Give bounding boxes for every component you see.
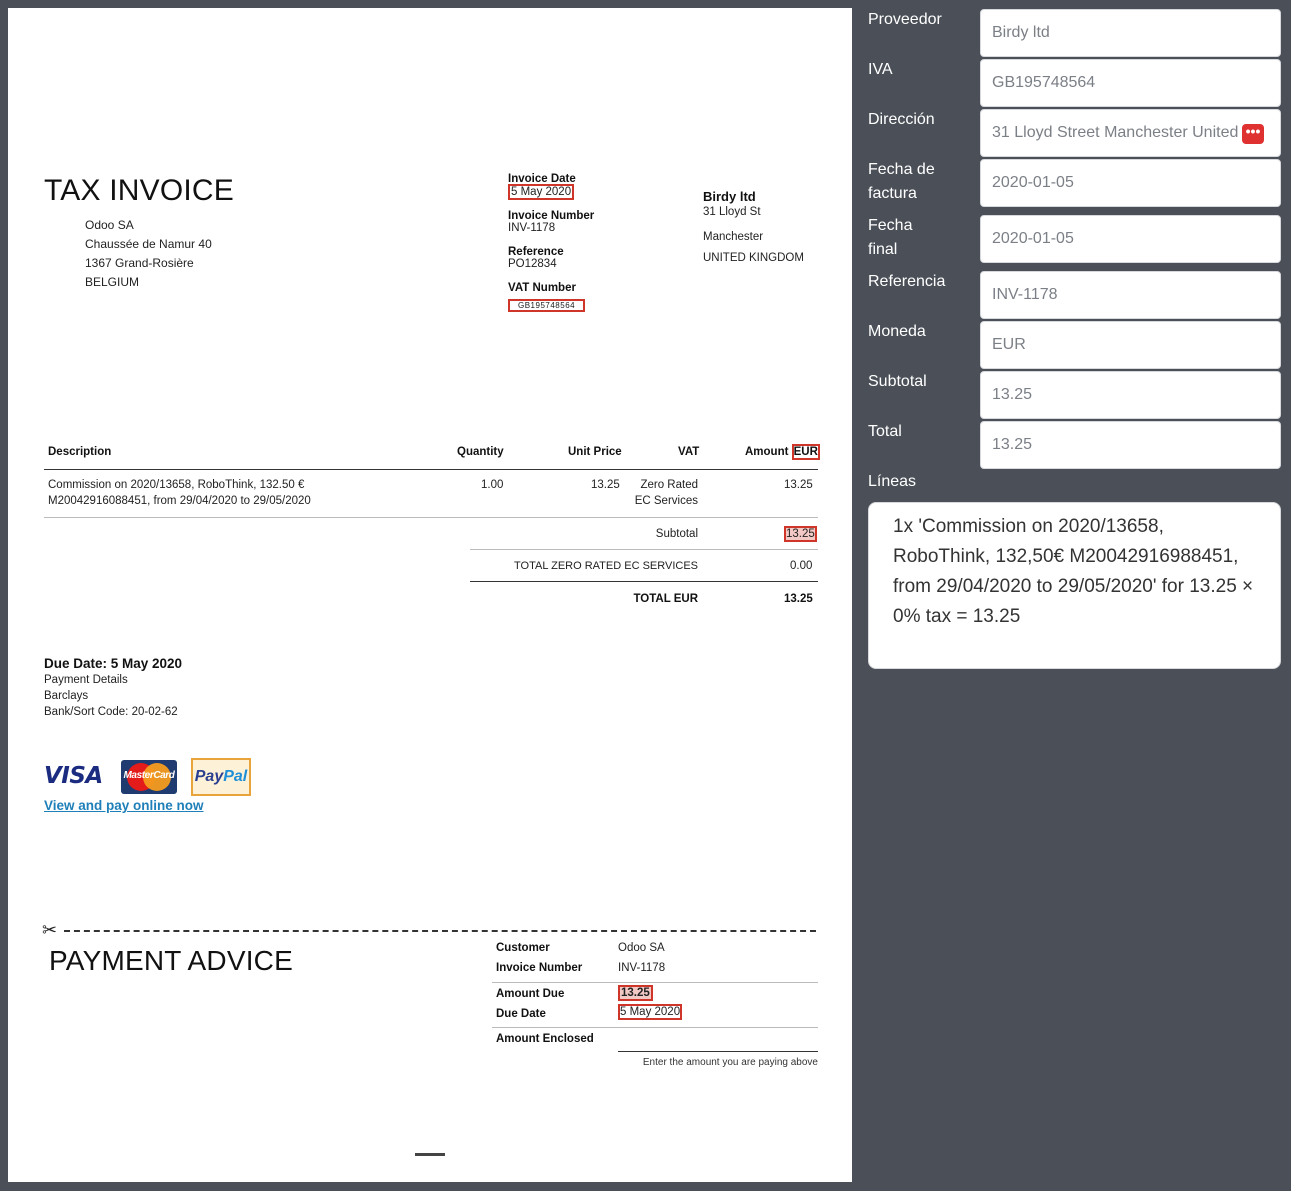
invoice-date-value: 5 May 2020	[508, 184, 575, 200]
visa-logo: VISA	[44, 763, 103, 789]
proveedor-field[interactable]	[980, 9, 1281, 57]
amount-due-value: 13.25	[618, 985, 653, 1001]
recipient-address: Birdy ltd 31 Lloyd St Manchester UNITED …	[703, 189, 804, 264]
label-proveedor: Proveedor	[868, 11, 942, 28]
paypal-logo: PayPal	[191, 758, 251, 796]
fecha-final-field[interactable]	[980, 215, 1281, 263]
payment-advice-title: PAYMENT ADVICE	[49, 945, 293, 976]
total-input[interactable]	[992, 436, 1280, 454]
label-fecha-final: Fecha final	[868, 217, 913, 258]
line-description: Commission on 2020/13658, RoboThink, 132…	[48, 479, 311, 507]
invoice-preview: TAX INVOICE Odoo SA Chaussée de Namur 40…	[8, 8, 852, 1182]
subtotal-rule	[470, 549, 818, 550]
col-description: Description	[48, 446, 112, 458]
label-moneda: Moneda	[868, 323, 926, 340]
label-lineas: Líneas	[868, 473, 917, 490]
reference-value: PO12834	[508, 258, 557, 270]
tax-label: TOTAL ZERO RATED EC SERVICES	[514, 560, 698, 572]
direccion-field[interactable]: •••	[980, 109, 1281, 157]
label-total: Total	[868, 423, 902, 440]
sender-address: Odoo SA Chaussée de Namur 40 1367 Grand-…	[85, 218, 212, 289]
lineas-textarea[interactable]: 1x 'Commission on 2020/13658, RoboThink,…	[868, 502, 1281, 669]
subtotal-field[interactable]	[980, 371, 1281, 419]
scissors-icon: ✂	[42, 920, 58, 940]
cut-line	[64, 930, 816, 932]
label-direccion: Dirección	[868, 111, 935, 128]
referencia-field[interactable]	[980, 271, 1281, 319]
total-rule	[470, 581, 818, 582]
fecha-factura-input[interactable]	[992, 174, 1280, 192]
fecha-final-input[interactable]	[992, 230, 1280, 248]
subtotal-label: Subtotal	[655, 528, 698, 540]
subtotal-value: 13.25	[784, 526, 817, 542]
invoice-meta: Invoice Date 5 May 2020 Invoice Number I…	[508, 173, 595, 312]
page-indicator	[415, 1153, 445, 1156]
label-fecha-factura: Fecha de factura	[868, 161, 935, 202]
invoice-number-value: INV-1178	[508, 222, 556, 234]
due-date-block: Due Date: 5 May 2020 Payment Details Bar…	[44, 656, 183, 718]
proveedor-input[interactable]	[992, 24, 1280, 42]
col-vat: VAT	[678, 446, 700, 458]
label-iva: IVA	[868, 61, 893, 78]
subtotal-input[interactable]	[992, 386, 1280, 404]
col-quantity: Quantity	[457, 446, 504, 458]
table-header-rule	[44, 469, 818, 470]
vat-number-value: GB195748564	[508, 299, 586, 312]
label-subtotal: Subtotal	[868, 373, 927, 390]
total-label: TOTAL EUR	[633, 593, 698, 605]
moneda-field[interactable]	[980, 321, 1281, 369]
total-field[interactable]	[980, 421, 1281, 469]
col-unit-price: Unit Price	[568, 446, 622, 458]
mastercard-logo: MasterCard	[121, 760, 177, 794]
col-amount: Amount EUR	[745, 444, 820, 460]
ellipsis-icon[interactable]: •••	[1242, 124, 1264, 144]
tax-value: 0.00	[790, 560, 813, 572]
fecha-factura-field[interactable]	[980, 159, 1281, 207]
line-rule	[44, 517, 818, 518]
label-referencia: Referencia	[868, 273, 946, 290]
advice-due-date-value: 5 May 2020	[618, 1004, 683, 1020]
total-value: 13.25	[784, 593, 813, 605]
line-amount: 13.25	[784, 479, 813, 491]
moneda-input[interactable]	[992, 336, 1280, 354]
iva-field[interactable]	[980, 59, 1281, 107]
pay-online-link[interactable]: View and pay online now	[44, 798, 204, 813]
line-vat: Zero Rated EC Services	[634, 479, 698, 507]
direccion-input[interactable]	[992, 124, 1280, 142]
invoice-title: TAX INVOICE	[44, 174, 235, 207]
line-quantity: 1.00	[481, 479, 504, 491]
iva-input[interactable]	[992, 74, 1280, 92]
amount-enclosed-note: Enter the amount you are paying above	[642, 1057, 818, 1068]
referencia-input[interactable]	[992, 286, 1280, 304]
amount-enclosed-rule	[618, 1051, 818, 1052]
